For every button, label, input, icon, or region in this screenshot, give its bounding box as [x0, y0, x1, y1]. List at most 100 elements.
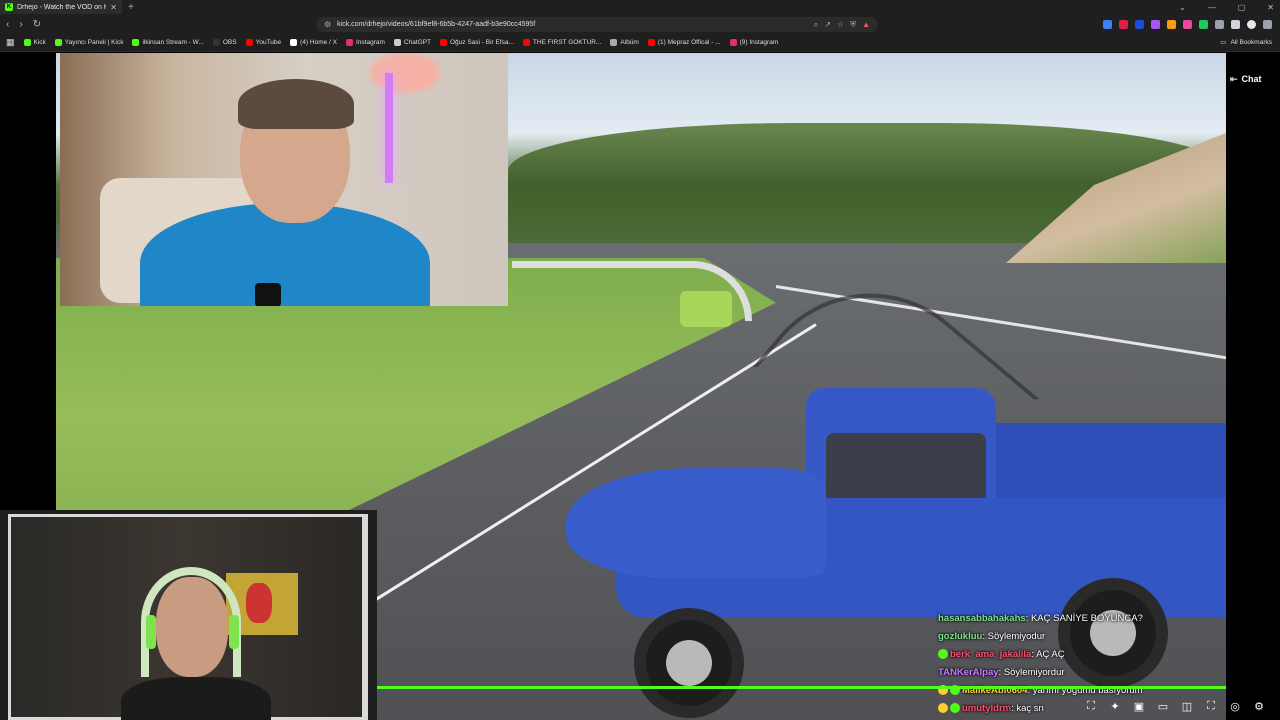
- bookmark-item[interactable]: (1) Mepraz Offical - ...: [647, 39, 721, 46]
- folder-icon: [610, 39, 618, 46]
- browser-tab-strip: K Drhejo - Watch the VOD on Kick ✕ + ⌄ —…: [0, 0, 1280, 14]
- address-bar[interactable]: ⚙ kick.com/drhejo/videos/61bf9ef8-6b5b-4…: [316, 17, 878, 32]
- chat-toggle-button[interactable]: ⇤ Chat: [1226, 70, 1266, 88]
- bookmark-star-icon[interactable]: ☆: [837, 20, 844, 29]
- back-icon[interactable]: ‹: [6, 19, 9, 30]
- forward-icon[interactable]: ›: [19, 19, 22, 30]
- bookmark-label: ChatGPT: [403, 39, 431, 46]
- miniplayer-icon[interactable]: ▭: [1156, 700, 1170, 713]
- fullscreen-icon[interactable]: ⛶: [1204, 700, 1218, 713]
- headphone-cup: [146, 615, 156, 649]
- chat-text: Söylemiyodur: [987, 631, 1046, 642]
- bookmark-item[interactable]: YouTube: [245, 39, 281, 46]
- share-icon[interactable]: ↗: [824, 20, 831, 29]
- bookmark-icon: [54, 39, 62, 46]
- extensions-bar: [1103, 17, 1272, 32]
- bookmark-item[interactable]: ilkinsan Stream - W...: [132, 39, 204, 46]
- puzzle-icon[interactable]: [1215, 20, 1224, 29]
- bookmark-label: Instagram: [355, 39, 385, 46]
- bookmark-item[interactable]: OBS: [212, 39, 237, 46]
- bookmark-item[interactable]: ChatGPT: [393, 39, 431, 46]
- youtube-icon: [647, 39, 655, 46]
- bookmark-label: (4) Home / X: [300, 39, 337, 46]
- kick-favicon-icon: K: [5, 3, 13, 11]
- reload-icon[interactable]: ↻: [33, 19, 41, 30]
- chat-expand-icon: ⇤: [1230, 73, 1238, 84]
- profile-icon[interactable]: [1247, 20, 1256, 29]
- all-bookmarks[interactable]: ▭ All Bookmarks: [1220, 38, 1272, 47]
- shield-icon[interactable]: ⛨: [850, 20, 856, 30]
- url-text[interactable]: kick.com/drhejo/videos/61bf9ef8-6b5b-424…: [337, 21, 808, 28]
- settings-gear-icon[interactable]: ⚙: [1252, 700, 1266, 713]
- speed-icon[interactable]: ◎: [1228, 700, 1242, 713]
- bookmark-item[interactable]: Albüm: [610, 39, 639, 46]
- guest-body: [121, 677, 271, 720]
- bookmark-item[interactable]: THE FIRST GOKTUR...: [522, 39, 601, 46]
- chat-text: AÇ AÇ: [1036, 649, 1065, 660]
- tab-search-icon[interactable]: ⌄: [1179, 3, 1186, 12]
- theater-mode-icon[interactable]: ▣: [1132, 700, 1146, 713]
- all-bookmarks-label: All Bookmarks: [1230, 38, 1272, 46]
- bookmark-item[interactable]: (9) Instagram: [729, 39, 778, 46]
- bookmark-label: Kick: [33, 39, 46, 46]
- sidebar-icon[interactable]: [1231, 20, 1240, 29]
- chat-message: hasansabbahakahs: KAÇ SANİYE BOYUNCA?: [938, 613, 1143, 624]
- clip-icon[interactable]: ⛶: [1084, 700, 1098, 713]
- new-tab-icon[interactable]: +: [128, 2, 134, 13]
- video-progress-bar[interactable]: [377, 686, 1226, 689]
- truck-wheel: [634, 608, 744, 718]
- chatgpt-icon: [393, 39, 401, 46]
- menu-icon[interactable]: [1263, 20, 1272, 29]
- bookmark-icon: [212, 39, 220, 46]
- picture-in-picture-icon[interactable]: ◫: [1180, 700, 1194, 713]
- instagram-icon: [729, 39, 737, 46]
- bookmark-item[interactable]: Instagram: [345, 39, 385, 46]
- minimize-icon[interactable]: —: [1208, 3, 1216, 12]
- chat-username[interactable]: berk_ama_jakalila: [950, 649, 1031, 660]
- subscriber-badge-icon: [950, 703, 960, 714]
- extension-icon[interactable]: [1103, 20, 1112, 29]
- bookmark-item[interactable]: Kick: [23, 39, 46, 46]
- player-controls: ⛶ ✦ ▣ ▭ ◫ ⛶ ◎ ⚙: [1084, 697, 1266, 715]
- zoom-icon[interactable]: ⌕: [814, 20, 818, 30]
- chat-username[interactable]: umutyldrm: [962, 703, 1011, 714]
- bookmark-label: OBS: [222, 39, 237, 46]
- subscriber-badge-icon: [938, 649, 948, 660]
- window-controls: ⌄ — ▢ ✕: [1179, 0, 1274, 14]
- extension-icon[interactable]: [1199, 20, 1208, 29]
- folder-icon: ▭: [1220, 39, 1227, 46]
- bookmark-item[interactable]: Yayıncı Paneli | Kick: [54, 39, 123, 46]
- webcam-person: [140, 79, 430, 306]
- bookmark-item[interactable]: Oğuz Sasi - Bir Efsa...: [439, 39, 514, 46]
- bookmark-item[interactable]: (4) Home / X: [290, 39, 337, 46]
- bookmarks-bar: ▦ Kick Yayıncı Paneli | Kick ilkinsan St…: [0, 34, 1280, 52]
- apps-icon[interactable]: ▦: [6, 37, 15, 48]
- extension-icon[interactable]: [1135, 20, 1144, 29]
- chat-username[interactable]: hasansabbahakahs: [938, 613, 1026, 624]
- maximize-icon[interactable]: ▢: [1238, 3, 1246, 12]
- extension-icon[interactable]: [1119, 20, 1128, 29]
- tab-title: Drhejo - Watch the VOD on Kick: [17, 3, 107, 11]
- chat-toggle-label: Chat: [1241, 74, 1262, 84]
- chat-username[interactable]: gozlukluu: [938, 631, 982, 642]
- extension-icon[interactable]: [1167, 20, 1176, 29]
- microphone-icon: [255, 283, 281, 306]
- x-icon: [290, 39, 298, 46]
- site-info-icon[interactable]: ⚙: [324, 20, 331, 29]
- chat-text: Söylemiyordur: [1003, 667, 1065, 678]
- bookmark-label: Oğuz Sasi - Bir Efsa...: [449, 39, 514, 46]
- extension-icon[interactable]: [1151, 20, 1160, 29]
- close-window-icon[interactable]: ✕: [1267, 3, 1274, 12]
- bookmark-label: (1) Mepraz Offical - ...: [657, 39, 721, 46]
- headphone-cup: [229, 615, 239, 649]
- bookmark-label: ilkinsan Stream - W...: [142, 39, 204, 46]
- youtube-icon: [439, 39, 447, 46]
- truck-hood: [566, 468, 826, 578]
- sparkle-icon[interactable]: ✦: [1108, 700, 1122, 713]
- chat-username[interactable]: TANKerAlpay: [938, 667, 999, 678]
- close-tab-icon[interactable]: ✕: [110, 3, 117, 12]
- active-tab[interactable]: K Drhejo - Watch the VOD on Kick ✕: [0, 0, 122, 14]
- warning-icon[interactable]: ▲: [862, 20, 870, 29]
- extension-icon[interactable]: [1183, 20, 1192, 29]
- bookmark-label: Albüm: [620, 39, 639, 46]
